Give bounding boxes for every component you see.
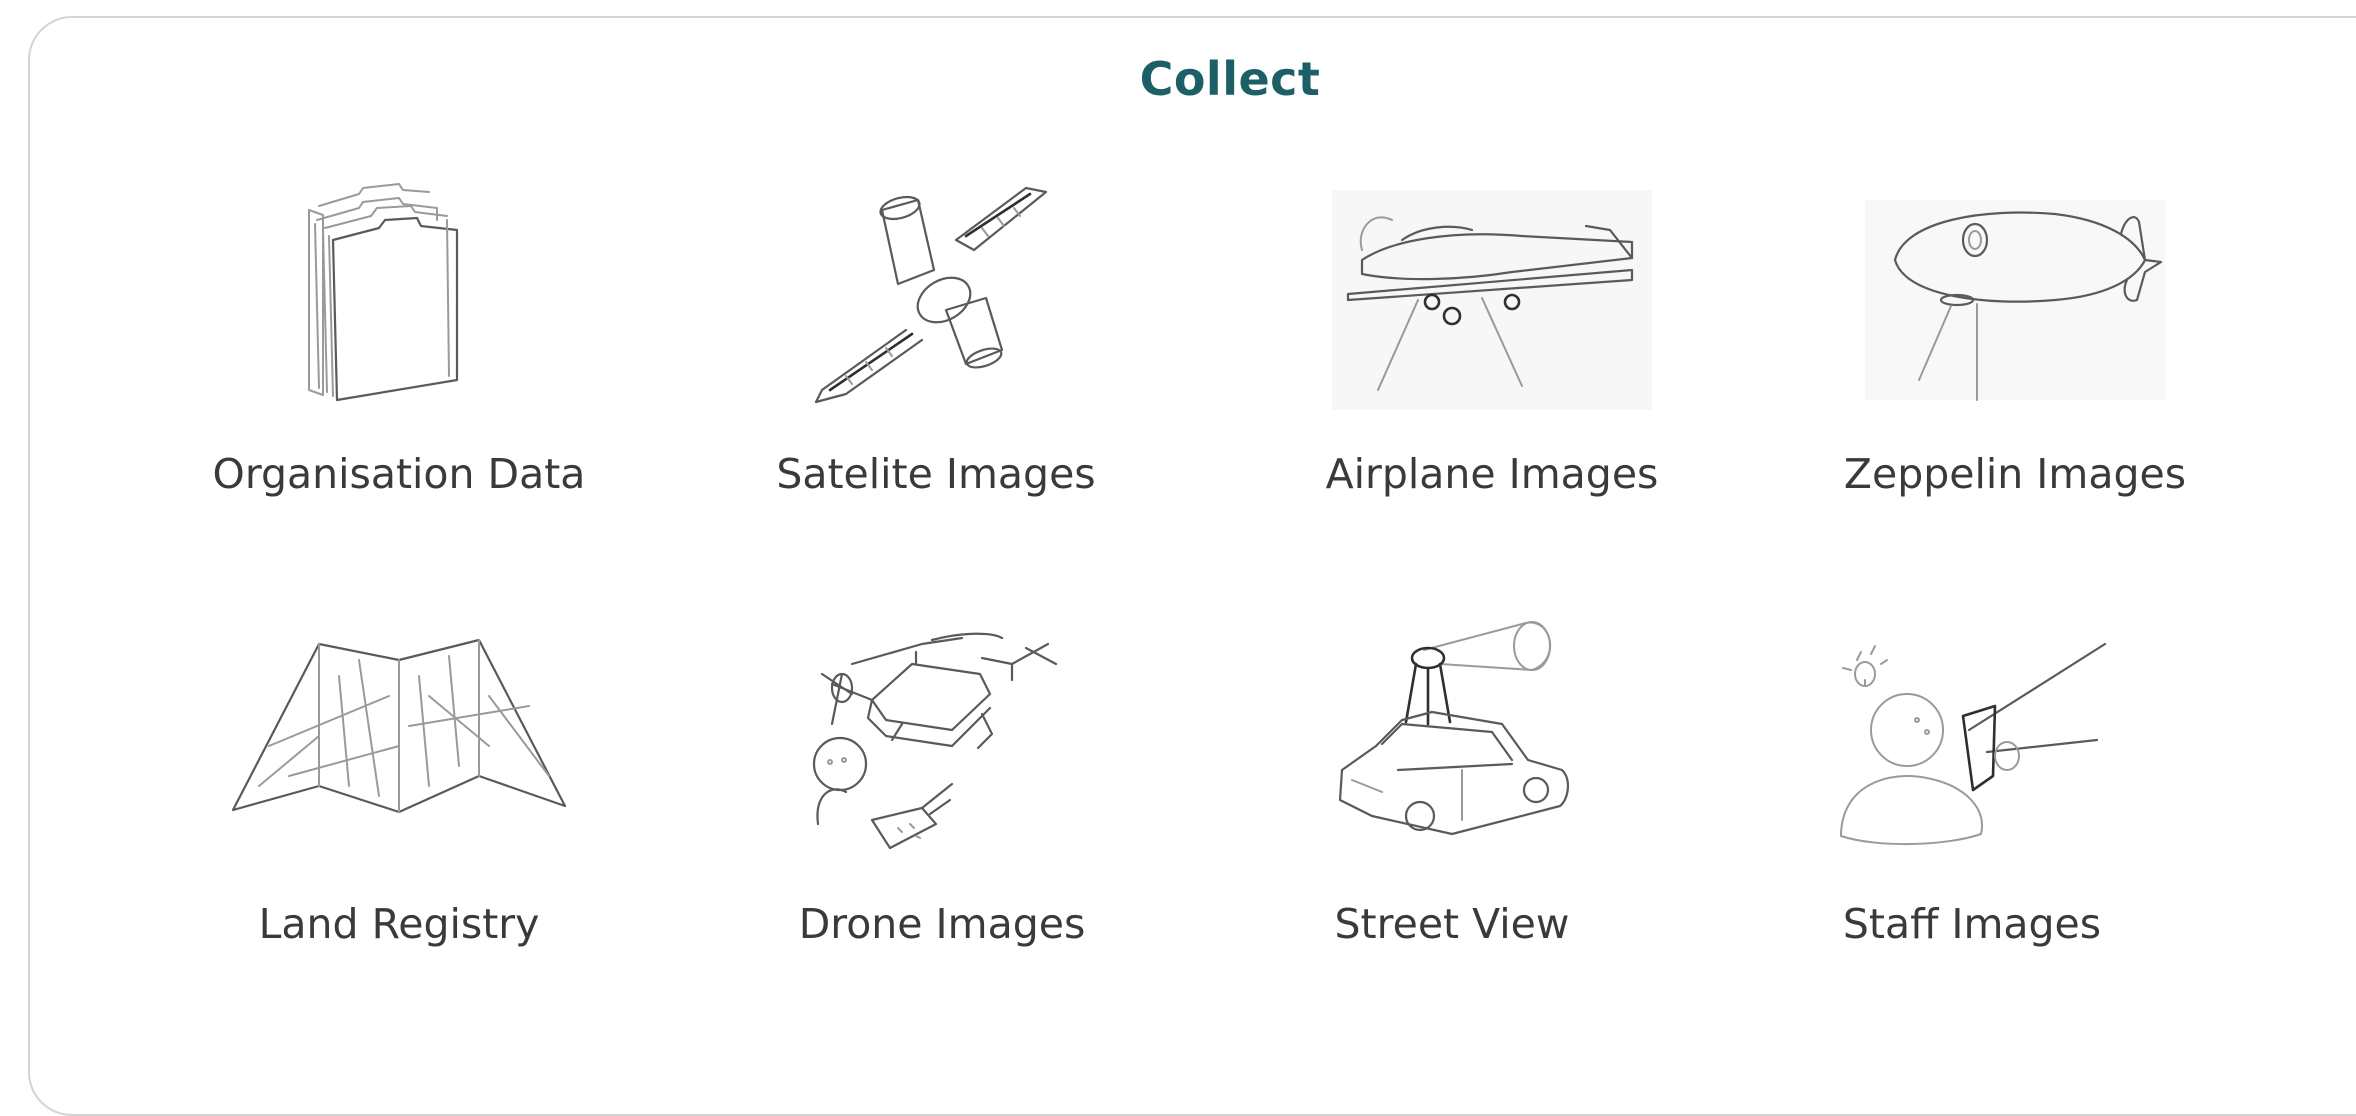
street-view-car-icon — [1332, 620, 1572, 846]
drone-icon — [812, 624, 1072, 864]
collect-item-label: Staff Images — [1842, 900, 2102, 948]
satellite-icon — [806, 180, 1066, 410]
airplane-icon — [1332, 190, 1652, 410]
collect-item-label: Land Registry — [258, 900, 540, 948]
folders-icon — [279, 180, 519, 420]
staff-camera-icon — [1837, 640, 2107, 860]
collect-item-label: Street View — [1334, 900, 1570, 948]
zeppelin-icon — [1865, 200, 2165, 410]
collect-item-label: Satelite Images — [776, 450, 1096, 498]
collect-item-label: Drone Images — [798, 900, 1086, 948]
section-title: Collect — [1139, 52, 1321, 106]
folded-map-icon — [229, 636, 569, 816]
collect-item-label: Organisation Data — [212, 450, 586, 498]
collect-item-label: Airplane Images — [1325, 450, 1659, 498]
collect-item-label: Zeppelin Images — [1843, 450, 2187, 498]
